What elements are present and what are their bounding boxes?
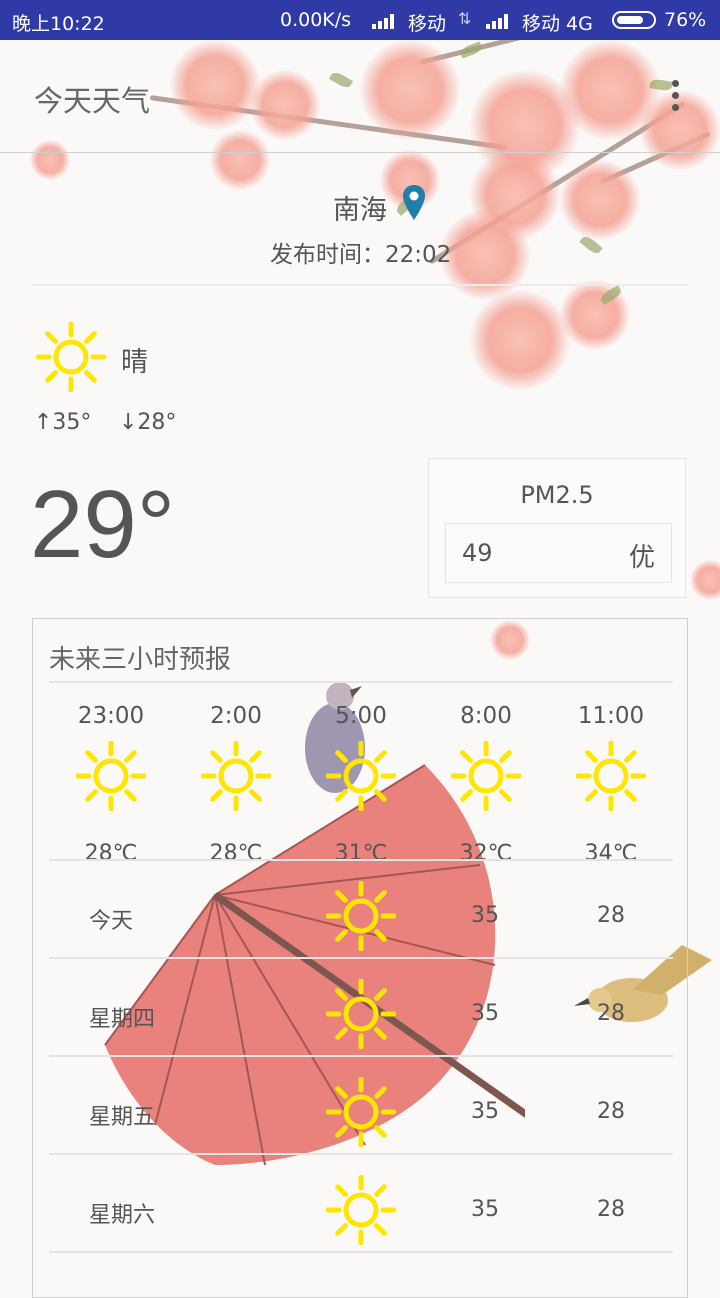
status-bar: 晚上10:22 0.00K/s 移动 ⇅ 移动 4G 76%: [0, 0, 720, 40]
hour-temp: 32℃: [459, 841, 513, 866]
divider: [49, 957, 673, 959]
pm25-box: 49 优: [445, 523, 672, 583]
data-arrows-icon: ⇅: [458, 9, 472, 28]
hour-temp: 34℃: [584, 841, 638, 866]
high-temp: ↑35°: [34, 410, 92, 435]
day-low: 28: [597, 1197, 625, 1222]
weather-content: 南海 发布时间：22:02 晴 ↑35° ↓28° 29° PM2.5 49 优…: [0, 0, 720, 1298]
hourly-item: 11:00 34℃: [551, 703, 671, 866]
weather-condition: 晴: [121, 347, 148, 378]
day-low: 28: [597, 903, 625, 928]
hourly-item: 23:00 28℃: [51, 703, 171, 866]
hour-time: 5:00: [335, 703, 387, 729]
sun-icon: [200, 740, 272, 812]
hour-time: 8:00: [460, 703, 512, 729]
hour-temp: 28℃: [209, 841, 263, 866]
sun-icon: [575, 740, 647, 812]
sun-icon: [75, 740, 147, 812]
day-high: 35: [471, 1197, 499, 1222]
carrier-2: 移动 4G: [522, 13, 593, 35]
location-pin-icon[interactable]: [402, 184, 426, 222]
day-name: 今天: [89, 909, 134, 934]
day-name: 星期五: [89, 1105, 156, 1130]
day-low: 28: [597, 1001, 625, 1026]
hourly-item: 5:00 31℃: [301, 703, 421, 866]
city-name[interactable]: 南海: [333, 188, 387, 227]
sun-icon: [325, 1174, 397, 1246]
sun-icon: [325, 740, 397, 812]
pm25-title: PM2.5: [520, 481, 594, 509]
pm25-level: 优: [628, 543, 655, 573]
signal-icon: [486, 13, 510, 29]
forecast-card: 未来三小时预报 23:00 28℃ 2:00 28℃ 5:00 31℃ 8:00…: [32, 618, 688, 1298]
day-low: 28: [597, 1099, 625, 1124]
hour-temp: 31℃: [334, 841, 388, 866]
current-temperature: 29°: [30, 471, 176, 578]
signal-icon: [372, 13, 396, 29]
sun-icon: [325, 978, 397, 1050]
sun-icon: [450, 740, 522, 812]
hourly-item: 2:00 28℃: [176, 703, 296, 866]
battery-icon: [612, 11, 656, 29]
carrier-1: 移动: [408, 13, 447, 35]
divider: [32, 284, 688, 286]
hour-temp: 28℃: [84, 841, 138, 866]
day-high: 35: [471, 1001, 499, 1026]
hour-time: 23:00: [77, 703, 145, 729]
hour-time: 2:00: [210, 703, 262, 729]
sun-icon: [325, 880, 397, 952]
divider: [49, 1251, 673, 1253]
sun-icon: [35, 321, 107, 393]
day-name: 星期四: [89, 1007, 156, 1032]
network-speed: 0.00K/s: [280, 9, 352, 31]
publish-time: 发布时间：22:02: [270, 242, 452, 268]
day-name: 星期六: [89, 1203, 156, 1228]
pm25-value: 49: [462, 539, 493, 567]
battery-percent: 76%: [664, 9, 707, 31]
divider: [49, 1153, 673, 1155]
divider: [49, 1055, 673, 1057]
day-high: 35: [471, 1099, 499, 1124]
hour-time: 11:00: [577, 703, 645, 729]
pm25-card: PM2.5 49 优: [428, 458, 686, 598]
divider: [49, 859, 673, 861]
day-high: 35: [471, 903, 499, 928]
low-temp: ↓28°: [119, 410, 177, 435]
sun-icon: [325, 1076, 397, 1148]
status-time: 晚上10:22: [12, 13, 105, 35]
forecast-title: 未来三小时预报: [49, 645, 232, 675]
divider: [49, 681, 673, 683]
hourly-item: 8:00 32℃: [426, 703, 546, 866]
